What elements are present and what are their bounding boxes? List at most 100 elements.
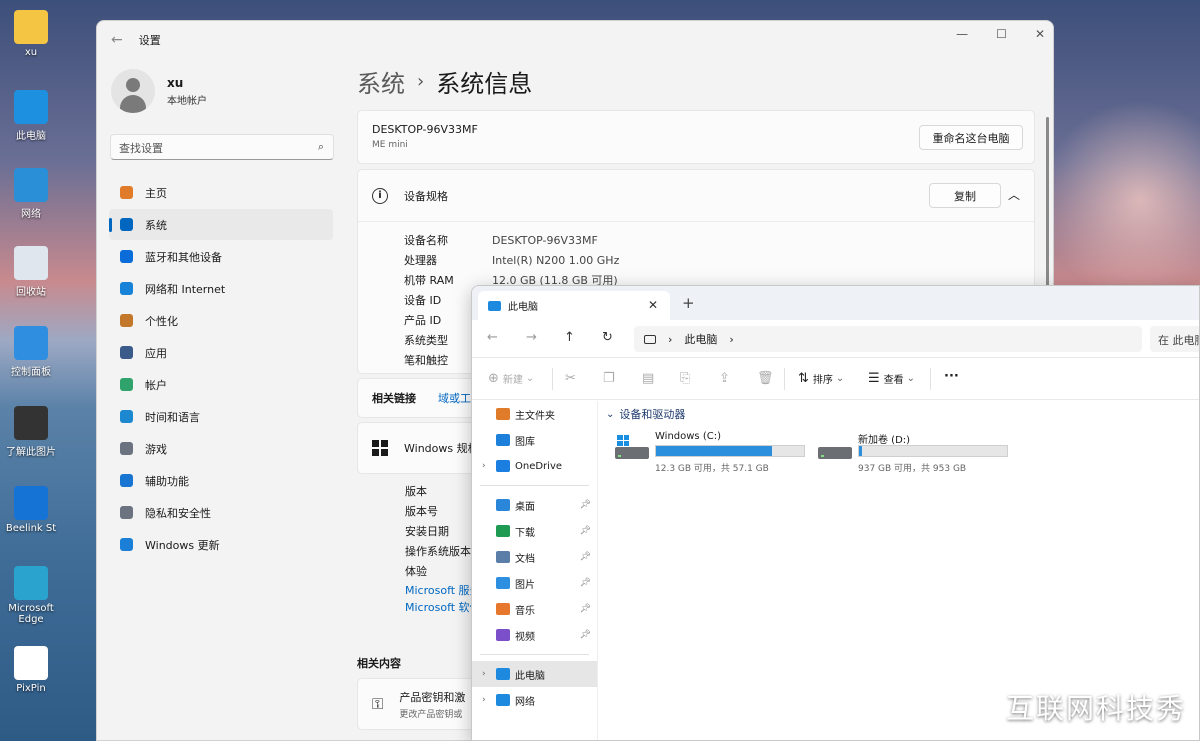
close-icon[interactable]: ✕ (1035, 27, 1045, 41)
desktop-icon-7[interactable]: Microsoft Edge (0, 566, 62, 625)
shield-icon (117, 504, 135, 522)
pin-icon[interactable]: 📌︎ (580, 578, 591, 588)
pin-icon[interactable]: 📌︎ (580, 552, 591, 562)
refresh-icon[interactable]: ↻ (602, 330, 613, 345)
nav-item-label: 音乐 (515, 605, 535, 617)
nav-item-8[interactable]: 音乐 📌︎ (472, 596, 597, 622)
new-tab-button[interactable]: + (682, 294, 695, 312)
sidebar-item-5[interactable]: 应用 (109, 337, 333, 368)
explorer-address-row: ← → ↑ ↻ › 此电脑 › 在 此电脑 (472, 320, 1199, 358)
up-arrow-icon[interactable]: ↑ (564, 330, 575, 345)
paste-icon[interactable]: ▤ (642, 371, 654, 386)
edge-icon (14, 566, 48, 600)
chevron-right-icon[interactable]: › (729, 333, 733, 346)
nav-item-label: OneDrive (515, 460, 563, 472)
user-profile[interactable]: xu 本地帐户 (111, 69, 207, 113)
pin-icon[interactable]: 📌︎ (580, 630, 591, 640)
desktop-icon-0[interactable]: xu (0, 10, 62, 58)
nav-item-5[interactable]: 下载 📌︎ (472, 518, 597, 544)
sort-button[interactable]: ⇅ 排序 ⌄ (798, 371, 844, 386)
spec-row: 设备名称 DESKTOP-96V33MF (404, 230, 1034, 250)
forward-arrow-icon[interactable]: → (526, 330, 537, 345)
desktop-icon-6[interactable]: Beelink St (0, 486, 62, 534)
maximize-icon[interactable]: ☐ (996, 27, 1007, 41)
address-segment[interactable]: 此电脑 (684, 331, 717, 347)
nav-item-4[interactable]: 桌面 📌︎ (472, 492, 597, 518)
nav-item-12[interactable]: › 网络 (472, 687, 597, 713)
sidebar-item-10[interactable]: 隐私和安全性 (109, 497, 333, 528)
nav-item-6[interactable]: 文档 📌︎ (472, 544, 597, 570)
drive-name: 新加卷 (D:) (858, 435, 911, 446)
nav-item-1[interactable]: 图库 (472, 427, 597, 453)
nav-item-label: 图片 (515, 579, 535, 591)
sidebar-item-11[interactable]: Windows 更新 (109, 529, 333, 560)
copy-button[interactable]: 复制 (929, 183, 1001, 208)
pin-icon[interactable]: 📌︎ (580, 604, 591, 614)
rename-icon[interactable]: ⎘ (680, 371, 690, 386)
back-arrow-icon[interactable]: ← (111, 32, 123, 48)
sidebar-item-6[interactable]: 帐户 (109, 369, 333, 400)
new-button[interactable]: ⊕ 新建 ⌄ (488, 371, 534, 386)
nav-item-label: 网络 (515, 696, 535, 708)
sidebar-item-7[interactable]: 时间和语言 (109, 401, 333, 432)
tab-this-pc[interactable]: 此电脑 ✕ (478, 291, 670, 320)
sidebar-item-label: 应用 (145, 346, 167, 360)
chevron-right-icon[interactable]: › (482, 669, 486, 679)
breadcrumb-parent[interactable]: 系统 (357, 64, 405, 99)
desktop-icon-4[interactable]: 控制面板 (0, 326, 62, 378)
desktop-icon-label: 此电脑 (16, 131, 46, 142)
back-arrow-icon[interactable]: ← (487, 330, 498, 345)
chevron-right-icon[interactable]: › (482, 461, 486, 471)
drive-usage-bar (655, 445, 805, 457)
sidebar-item-2[interactable]: 蓝牙和其他设备 (109, 241, 333, 272)
learn-picture-icon (14, 406, 48, 440)
devices-group-header[interactable]: ⌄ 设备和驱动器 (606, 406, 685, 422)
page-title: 系统信息 (436, 69, 533, 98)
minimize-icon[interactable]: — (956, 27, 968, 41)
window-controls: — ☐ ✕ (956, 27, 1045, 41)
user-name: xu (167, 75, 184, 90)
desktop-icon-8[interactable]: PixPin (0, 646, 62, 694)
nav-item-7[interactable]: 图片 📌︎ (472, 570, 597, 596)
sidebar-item-label: 辅助功能 (145, 474, 189, 488)
nav-item-9[interactable]: 视频 📌︎ (472, 622, 597, 648)
close-tab-icon[interactable]: ✕ (648, 298, 658, 312)
desktop-icon-1[interactable]: 此电脑 (0, 90, 62, 142)
drive-item[interactable]: 新加卷 (D:) 937 GB 可用，共 953 GB (818, 431, 1018, 474)
sidebar-item-1[interactable]: 系统 (109, 209, 333, 240)
view-button[interactable]: ☰ 查看 ⌄ (868, 371, 915, 386)
copy-icon[interactable]: ❐ (603, 371, 615, 386)
explorer-search-input[interactable]: 在 此电脑 (1150, 326, 1199, 352)
spec-key: 设备名称 (404, 234, 448, 247)
share-icon[interactable]: ⇪ (719, 371, 730, 386)
nav-item-11[interactable]: › 此电脑 (472, 661, 597, 687)
brush-icon (117, 312, 135, 330)
system-icon (117, 216, 135, 234)
settings-search-input[interactable]: 查找设置 ⌕ (110, 134, 334, 160)
sidebar-item-9[interactable]: 辅助功能 (109, 465, 333, 496)
sidebar-item-8[interactable]: 游戏 (109, 433, 333, 464)
address-bar[interactable]: › 此电脑 › (634, 326, 1142, 352)
sidebar-item-3[interactable]: 网络和 Internet (109, 273, 333, 304)
desktop-icon-3[interactable]: 回收站 (0, 246, 62, 298)
sidebar-divider (480, 654, 589, 655)
chevron-right-icon[interactable]: › (482, 695, 486, 705)
nav-item-0[interactable]: 主文件夹 (472, 401, 597, 427)
cut-icon[interactable]: ✂ (565, 371, 576, 386)
sidebar-item-4[interactable]: 个性化 (109, 305, 333, 336)
rename-pc-button[interactable]: 重命名这台电脑 (919, 125, 1023, 150)
spec-value: Intel(R) N200 1.00 GHz (492, 253, 620, 267)
desktop-icon-2[interactable]: 网络 (0, 168, 62, 220)
drive-item[interactable]: Windows (C:) 12.3 GB 可用，共 57.1 GB (615, 431, 815, 474)
sidebar-item-0[interactable]: 主页 (109, 177, 333, 208)
delete-icon[interactable]: 🗑︎ (757, 371, 774, 386)
more-options-icon[interactable]: ··· (944, 369, 959, 384)
nav-item-2[interactable]: › OneDrive (472, 453, 597, 479)
pin-icon[interactable]: 📌︎ (580, 526, 591, 536)
pin-icon[interactable]: 📌︎ (580, 500, 591, 510)
chevron-up-icon[interactable]: ︿ (1008, 186, 1020, 203)
desktop-icon-5[interactable]: 了解此图片 (0, 406, 62, 458)
device-specs-header[interactable]: i 设备规格 复制 ︿ (358, 170, 1034, 222)
beelink-icon (14, 486, 48, 520)
desktop-icon-label: xu (24, 47, 38, 58)
